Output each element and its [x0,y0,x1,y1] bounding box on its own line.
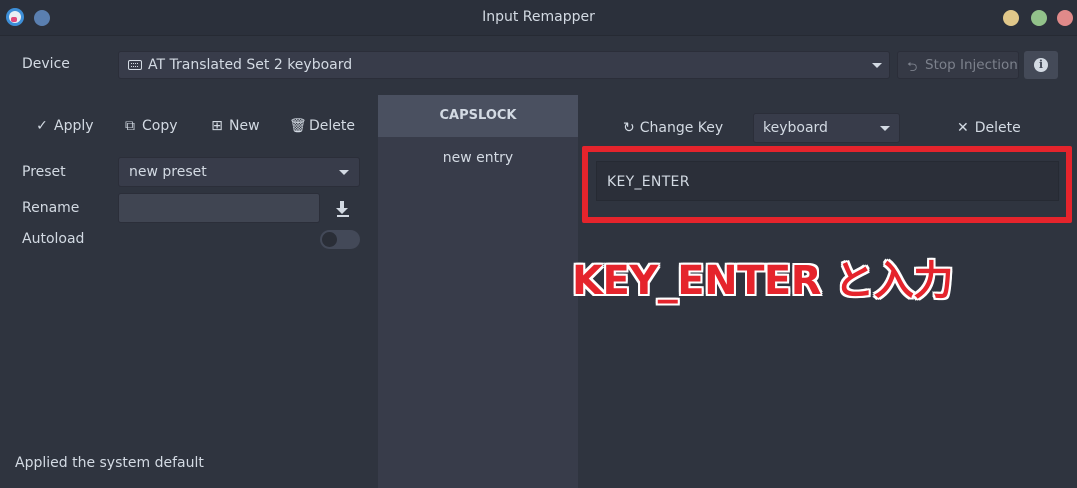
trash-icon: 🗑 [289,118,307,134]
chevron-down-icon [880,126,890,131]
rename-input[interactable] [118,193,320,223]
info-button[interactable]: i [1024,51,1058,79]
window-title: Input Remapper [482,9,595,25]
autoload-toggle[interactable] [320,230,360,249]
delete-label: Delete [309,118,355,134]
add-file-icon: ⊞ [211,118,223,134]
stop-injection-label: Stop Injection [925,57,1018,73]
title-bar: Input Remapper [0,0,1077,36]
chevron-down-icon [339,170,349,175]
autoload-label: Autoload [22,231,85,247]
preset-label: Preset [22,164,66,180]
delete-preset-button[interactable]: 🗑 Delete [289,118,355,134]
download-icon-base [337,215,349,217]
delete-mapping-label: Delete [974,120,1021,136]
delete-mapping-button[interactable]: ✕ Delete [957,120,1021,136]
device-label: Device [22,56,70,72]
preset-dropdown[interactable]: new preset [118,157,360,187]
device-dropdown-value: AT Translated Set 2 keyboard [148,57,353,73]
toggle-knob [322,232,337,247]
apply-button[interactable]: ✓ Apply [34,118,94,134]
info-icon: i [1034,58,1048,72]
close-icon: ✕ [957,120,969,136]
new-preset-button[interactable]: ⊞ New [209,118,260,134]
status-bar-text: Applied the system default [15,455,204,471]
target-type-value: keyboard [763,120,828,136]
copy-label: Copy [142,118,178,134]
rename-label: Rename [22,200,80,216]
undo-icon: ⮌ [907,60,918,75]
mapping-item-new-entry[interactable]: new entry [378,150,578,166]
mapping-list: CAPSLOCK new entry [378,95,578,488]
mapping-item-selected[interactable]: CAPSLOCK [378,95,578,137]
copy-button[interactable]: ⧉ Copy [122,118,178,134]
preset-dropdown-value: new preset [129,164,207,180]
chevron-down-icon [872,63,882,68]
target-type-dropdown[interactable]: keyboard [753,113,900,143]
highlight-annotation-box [582,146,1072,223]
copy-icon: ⧉ [125,118,135,134]
device-dropdown[interactable]: AT Translated Set 2 keyboard [118,51,890,79]
refresh-icon: ↻ [623,120,635,136]
annotation-caption: KEY_ENTER と入力 [572,258,953,304]
apply-label: Apply [54,118,94,134]
maximize-button[interactable] [1031,10,1047,26]
new-label: New [229,118,260,134]
close-button[interactable] [1057,10,1073,26]
change-key-button[interactable]: ↻ Change Key [623,120,723,136]
change-key-label: Change Key [639,120,724,136]
keyboard-icon [128,60,142,70]
stop-injection-button[interactable]: ⮌ Stop Injection [897,51,1019,79]
minimize-button[interactable] [1003,10,1019,26]
check-icon: ✓ [36,118,48,134]
